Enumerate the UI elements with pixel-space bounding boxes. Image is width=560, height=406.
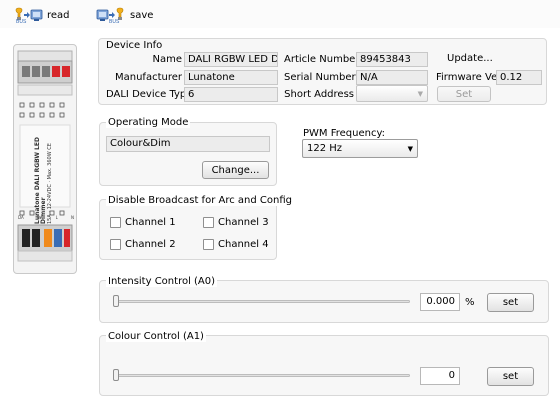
serial-number-field: N/A — [356, 70, 428, 85]
disable-broadcast-title: Disable Broadcast for Arc and Config — [106, 195, 294, 206]
short-address-label: Short Address — [284, 89, 354, 100]
channel-2-label: Channel 2 — [125, 239, 176, 250]
channel-1-checkbox[interactable]: Channel 1 — [110, 217, 176, 228]
channel-1-label: Channel 1 — [125, 217, 176, 228]
operating-mode-title: Operating Mode — [106, 117, 191, 128]
intensity-slider-track[interactable] — [113, 300, 410, 303]
colour-slider-track[interactable] — [113, 374, 410, 377]
set-address-button[interactable]: Set — [437, 86, 491, 102]
device-type-label: DALI Device Type — [106, 89, 193, 100]
checkbox-box — [110, 217, 121, 228]
channel-4-label: Channel 4 — [218, 239, 269, 250]
pwm-frequency-value: 122 Hz — [307, 143, 343, 154]
firmware-version-field: 0.12 — [496, 70, 542, 85]
manufacturer-field: Lunatone — [184, 70, 278, 85]
svg-text:BUS: BUS — [109, 19, 120, 23]
svg-text:BUS: BUS — [16, 19, 27, 23]
firmware-version-label: Firmware Ver — [436, 72, 502, 83]
channel-3-checkbox[interactable]: Channel 3 — [203, 217, 269, 228]
save-to-bus-icon: BUS — [96, 7, 124, 23]
serial-number-label: Serial Number — [284, 72, 356, 83]
chevron-down-icon: ▼ — [407, 144, 413, 153]
channel-2-checkbox[interactable]: Channel 2 — [110, 239, 176, 250]
pwm-frequency-label: PWM Frequency: — [303, 128, 386, 139]
device-type-field: 6 — [184, 87, 278, 102]
save-label: save — [130, 9, 154, 21]
channel-4-checkbox[interactable]: Channel 4 — [203, 239, 269, 250]
article-number-field: 89453843 — [356, 52, 428, 67]
checkbox-box — [110, 239, 121, 250]
save-button[interactable]: BUS save — [96, 7, 153, 23]
colour-control-title: Colour Control (A1) — [106, 331, 206, 342]
checkbox-box — [203, 217, 214, 228]
intensity-slider-thumb[interactable] — [113, 295, 119, 307]
intensity-set-button[interactable]: set — [487, 293, 534, 312]
change-mode-button[interactable]: Change... — [202, 161, 269, 179]
device-pin-labels: DA DA LN — [18, 215, 74, 220]
update-link[interactable]: Update... — [447, 53, 493, 64]
read-label: read — [47, 9, 70, 21]
name-label: Name — [152, 54, 182, 65]
manufacturer-label: Manufacturer — [115, 72, 182, 83]
read-button[interactable]: BUS read — [13, 7, 70, 23]
pwm-frequency-select[interactable]: 122 Hz ▼ — [302, 139, 418, 158]
device-module-image: Lunatone DALI RGBW LED Dimmer 15A · 12-2… — [13, 44, 77, 274]
toolbar: BUS read BUS save — [0, 0, 560, 28]
read-from-bus-icon: BUS — [15, 7, 43, 23]
device-info-title: Device Info — [106, 40, 163, 51]
chevron-down-icon: ▼ — [417, 89, 423, 98]
intensity-unit-label: % — [465, 297, 475, 308]
checkbox-box — [203, 239, 214, 250]
channel-3-label: Channel 3 — [218, 217, 269, 228]
article-number-label: Article Number — [284, 54, 360, 65]
intensity-value-field[interactable]: 0.000 — [420, 293, 460, 311]
intensity-control-title: Intensity Control (A0) — [106, 276, 218, 287]
name-field: DALI RGBW LED Di... — [184, 52, 278, 67]
device-module-bottom — [17, 210, 73, 262]
colour-control-group — [99, 335, 549, 396]
colour-slider-thumb[interactable] — [113, 369, 119, 381]
disable-broadcast-group — [99, 199, 277, 260]
colour-set-button[interactable]: set — [487, 367, 534, 386]
short-address-select[interactable]: ▼ — [356, 85, 428, 102]
colour-value-field[interactable]: 0 — [420, 367, 460, 385]
operating-mode-field: Colour&Dim — [106, 136, 270, 152]
